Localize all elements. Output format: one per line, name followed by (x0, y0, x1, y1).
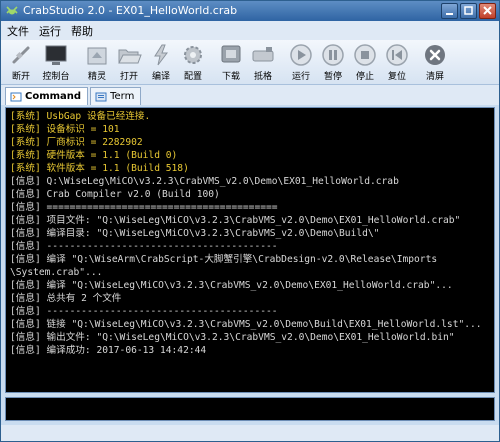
config-label: 配置 (183, 72, 202, 82)
window-title: CrabStudio 2.0 - EX01_HelloWorld.crab (23, 4, 238, 17)
console-line: [信息] 总共有 2 个文件 (10, 293, 122, 304)
gear-icon (184, 46, 202, 64)
clear-button[interactable]: 清屏 (419, 40, 451, 84)
wizard-icon (87, 47, 107, 65)
console-button[interactable]: 控制台 (37, 40, 75, 84)
tab-term[interactable]: Term (90, 87, 142, 105)
disconnect-button[interactable]: 断开 (5, 40, 37, 84)
format-icon (252, 47, 274, 62)
config-button[interactable]: 配置 (177, 40, 209, 84)
open-folder-icon (118, 49, 142, 64)
console-output[interactable]: [系统] UsbGap 设备已经连接. [系统] 设备标识 = 101 [系统] 厂… (5, 107, 495, 393)
close-icon (483, 6, 492, 15)
format-label: 抵格 (253, 72, 272, 82)
console-line: [信息] 编译 "Q:\WiseArm\CrabScript-大脚蟹引擎\Cra… (10, 254, 438, 265)
console-line: [信息] 编译 "Q:\WiseLeg\MiCO\v3.2.3\CrabVMS_… (10, 280, 453, 291)
maximize-icon (464, 6, 473, 15)
play-icon (290, 44, 312, 66)
console-line: [信息] Crab Compiler v2.0 (Build 100) (10, 189, 220, 200)
console-line: [系统] 设备标识 = 101 (10, 124, 120, 135)
command-input[interactable] (5, 397, 495, 421)
compile-icon (154, 44, 168, 66)
format-button[interactable]: 抵格 (247, 40, 279, 84)
clear-icon (425, 45, 445, 65)
console-line: [信息] 项目文件: "Q:\WiseLeg\MiCO\v3.2.3\CrabV… (10, 215, 461, 226)
wizard-label: 精灵 (87, 72, 106, 82)
console-line: [信息] 输出文件: "Q:\WiseLeg\MiCO\v3.2.3\CrabV… (10, 332, 455, 343)
minimize-button[interactable] (441, 3, 458, 19)
title-bar[interactable]: CrabStudio 2.0 - EX01_HelloWorld.crab (1, 1, 499, 21)
console-label: 控制台 (42, 72, 70, 82)
console-line: [系统] 硬件版本 = 1.1 (Build 0) (10, 150, 178, 161)
menu-run[interactable]: 运行 (39, 23, 61, 39)
terminal-icon (95, 92, 107, 101)
close-button[interactable] (479, 3, 496, 19)
stop-button[interactable]: 停止 (349, 40, 381, 84)
tab-command[interactable]: Command (5, 87, 89, 105)
maximize-button[interactable] (460, 3, 477, 19)
compile-label: 编译 (151, 72, 170, 82)
download-button[interactable]: 下载 (215, 40, 247, 84)
menu-bar: 文件 运行 帮助 (1, 21, 499, 40)
reset-icon (386, 44, 408, 66)
pause-icon (322, 44, 344, 66)
open-button[interactable]: 打开 (113, 40, 145, 84)
status-bar (1, 425, 499, 441)
command-icon (10, 92, 22, 101)
console-line: [信息] -----------------------------------… (10, 306, 278, 317)
toolbar: 断开 控制台 精灵 打开 编译 配置 下载 抵格 运行 暂停 停止 复位 清屏 (1, 40, 499, 85)
open-label: 打开 (119, 72, 138, 82)
download-label: 下载 (221, 72, 240, 82)
tab-term-label: Term (110, 91, 135, 102)
pause-button[interactable]: 暂停 (317, 40, 349, 84)
console-line: [信息] Q:\WiseLeg\MiCO\v3.2.3\CrabVMS_v2.0… (10, 176, 399, 187)
run-button[interactable]: 运行 (285, 40, 317, 84)
menu-file[interactable]: 文件 (7, 23, 29, 39)
stop-label: 停止 (355, 72, 374, 82)
clear-label: 清屏 (425, 72, 444, 82)
console-line: [信息] 链接 "Q:\WiseLeg\MiCO\v3.2.3\CrabVMS_… (10, 319, 482, 330)
download-icon (221, 45, 241, 63)
tab-command-label: Command (25, 91, 82, 102)
console-line: [系统] 软件版本 = 1.1 (Build 518) (10, 163, 189, 174)
reset-button[interactable]: 复位 (381, 40, 413, 84)
stop-icon (354, 44, 376, 66)
disconnect-icon (12, 46, 30, 64)
console-line: \System.crab"... (10, 267, 103, 278)
console-icon (45, 45, 67, 65)
console-line: [系统] 厂商标识 = 2282902 (10, 137, 143, 148)
pause-label: 暂停 (323, 72, 342, 82)
minimize-icon (446, 13, 453, 15)
wizard-button[interactable]: 精灵 (81, 40, 113, 84)
crab-app-icon (6, 6, 18, 15)
app-window: CrabStudio 2.0 - EX01_HelloWorld.crab 文件… (0, 0, 500, 442)
console-line: [信息] 编译成功: 2017-06-13 14:42:44 (10, 345, 207, 356)
menu-help[interactable]: 帮助 (71, 23, 93, 39)
console-line: [信息] 编译目录: "Q:\WiseLeg\MiCO\v3.2.3\CrabV… (10, 228, 380, 239)
console-line: [系统] UsbGap 设备已经连接. (10, 111, 151, 122)
run-label: 运行 (291, 72, 310, 82)
compile-button[interactable]: 编译 (145, 40, 177, 84)
tab-bar: Command Term (1, 85, 499, 105)
disconnect-label: 断开 (11, 72, 30, 82)
reset-label: 复位 (387, 72, 406, 82)
console-line: [信息] -----------------------------------… (10, 241, 278, 252)
window-controls (441, 3, 496, 19)
console-line: [信息] ===================================… (10, 202, 278, 213)
